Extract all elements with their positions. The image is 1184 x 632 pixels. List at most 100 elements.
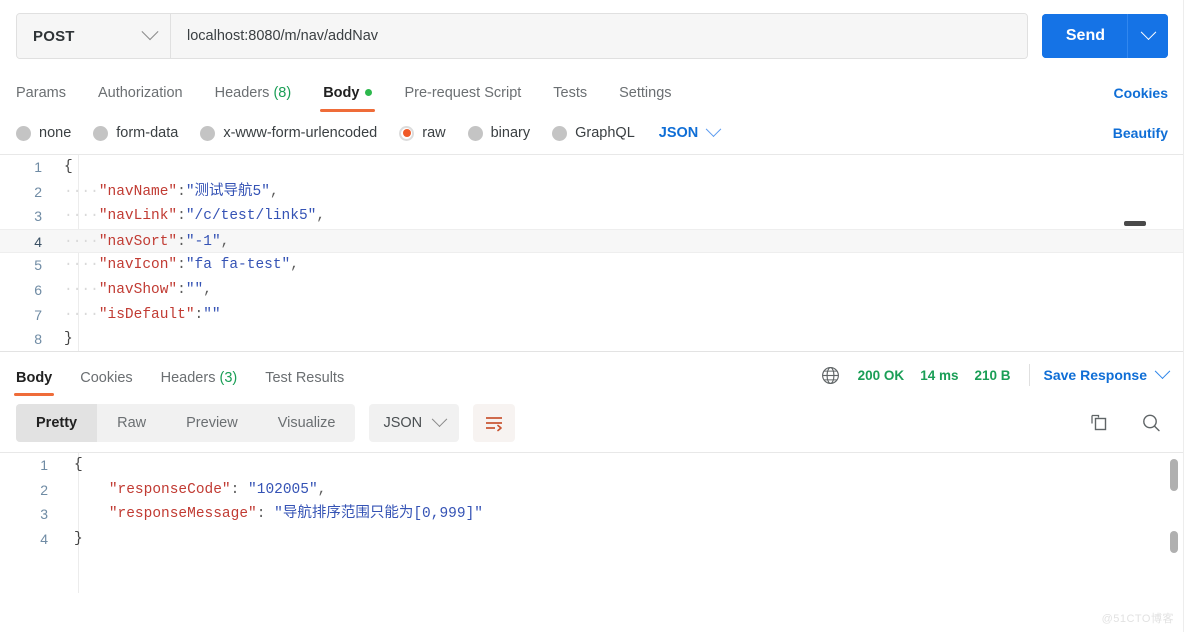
- tab-tests[interactable]: Tests: [553, 85, 587, 112]
- response-format-label: JSON: [383, 415, 423, 431]
- line-number: 7: [34, 306, 42, 323]
- response-time: 14 ms: [920, 367, 959, 383]
- response-tab-test-results[interactable]: Test Results: [265, 370, 344, 396]
- search-button[interactable]: [1134, 406, 1168, 440]
- response-tab-body[interactable]: Body: [13, 370, 55, 396]
- send-button[interactable]: Send: [1041, 14, 1127, 58]
- body-type-label: binary: [490, 125, 531, 141]
- json-comma: ,: [316, 208, 326, 225]
- json-value: "fa fa-test": [185, 257, 291, 274]
- view-mode-raw[interactable]: Raw: [97, 404, 166, 442]
- radio-selected-icon: [399, 125, 415, 141]
- response-horizontal-scrollbar[interactable]: [1170, 531, 1178, 553]
- code-line: 2 ····"navName":"测试导航5",: [0, 180, 1184, 205]
- url-input[interactable]: localhost:8080/m/nav/addNav: [171, 14, 1027, 58]
- word-wrap-button[interactable]: [473, 404, 516, 442]
- response-vertical-scrollbar[interactable]: [1170, 459, 1178, 491]
- json-key: "navSort": [98, 233, 178, 250]
- json-colon: :: [177, 183, 186, 200]
- code-line: 1{: [0, 155, 1184, 180]
- response-tab-cookies[interactable]: Cookies: [80, 370, 132, 396]
- chevron-down-icon: [1140, 23, 1156, 40]
- view-mode-preview[interactable]: Preview: [166, 404, 258, 442]
- send-options-button[interactable]: [1127, 14, 1168, 58]
- cookies-link[interactable]: Cookies: [1114, 85, 1168, 112]
- line-number: 4: [34, 233, 42, 250]
- json-brace: {: [74, 457, 83, 473]
- request-editor-horizontal-scrollbar[interactable]: [1124, 221, 1146, 226]
- json-key: "responseCode": [108, 481, 231, 498]
- body-type-graphql[interactable]: GraphQL: [552, 125, 635, 141]
- json-comma: ,: [203, 281, 212, 298]
- json-colon: :: [177, 208, 186, 225]
- word-wrap-icon: [486, 417, 503, 432]
- tab-label: Settings: [619, 85, 672, 101]
- tab-label: Authorization: [97, 85, 183, 101]
- response-format-select[interactable]: JSON: [369, 404, 460, 442]
- code-content: ····"navShow":"",: [58, 278, 212, 303]
- chevron-down-icon: [431, 410, 448, 427]
- response-status-code: 200 OK: [857, 367, 905, 383]
- body-type-label: none: [39, 125, 72, 141]
- json-colon: :: [177, 233, 186, 250]
- globe-icon: [821, 366, 839, 384]
- request-body-editor[interactable]: 1{2 ····"navName":"测试导航5", 3 ···· "navLink":…: [0, 154, 1184, 351]
- chevron-down-icon: [705, 120, 722, 137]
- indent-whitespace: ····: [64, 306, 99, 323]
- chevron-down-icon[interactable]: [1154, 362, 1171, 379]
- response-size: 210 B: [974, 367, 1011, 383]
- tab-authorization[interactable]: Authorization: [98, 85, 183, 112]
- copy-icon: [1091, 414, 1107, 431]
- view-mode-visualize[interactable]: Visualize: [258, 404, 356, 442]
- code-line: 4}: [0, 527, 1184, 552]
- tab-params[interactable]: Params: [16, 85, 66, 112]
- response-body-editor[interactable]: 1{2 "responseCode": "102005", 3 "response…: [0, 452, 1184, 593]
- tab-headers[interactable]: Headers (8): [215, 85, 292, 112]
- json-comma: ,: [290, 257, 299, 274]
- radio-icon: [552, 125, 568, 141]
- indent-whitespace: ····: [64, 233, 99, 250]
- body-type-label: raw: [422, 125, 446, 141]
- body-type-form-data[interactable]: form-data: [93, 125, 178, 141]
- tab-settings[interactable]: Settings: [619, 85, 671, 112]
- json-key: "navIcon": [98, 257, 178, 274]
- url-text: localhost:8080/m/nav/addNav: [187, 28, 379, 44]
- json-key: "navShow": [98, 281, 178, 298]
- line-number: 3: [34, 208, 42, 225]
- save-response-button[interactable]: Save Response: [1044, 367, 1148, 383]
- indent-whitespace: ····: [64, 281, 99, 298]
- beautify-button[interactable]: Beautify: [1113, 125, 1168, 141]
- tab-label: Tests: [553, 85, 588, 101]
- request-code-lines: 1{2 ····"navName":"测试导航5", 3 ···· "navLink":…: [0, 155, 1184, 351]
- body-type-raw[interactable]: raw: [399, 125, 446, 141]
- tab-body[interactable]: Body: [320, 85, 376, 112]
- json-comma: ,: [269, 183, 279, 200]
- code-content: ····"navSort":"-1",: [58, 230, 229, 255]
- line-number: 2: [40, 481, 48, 498]
- divider: [1028, 364, 1030, 386]
- tab-label: Cookies: [80, 370, 133, 386]
- copy-button[interactable]: [1082, 406, 1116, 440]
- body-type-urlencoded[interactable]: x-www-form-urlencoded: [200, 125, 377, 141]
- body-type-label: form-data: [116, 125, 179, 141]
- json-value: "导航排序范围只能为[0,999]": [274, 506, 483, 523]
- line-number: 2: [34, 183, 42, 200]
- tab-pre-request-script[interactable]: Pre-request Script: [404, 85, 521, 112]
- json-colon: :: [177, 257, 186, 274]
- json-key: "navLink": [98, 208, 178, 225]
- json-value: "-1": [185, 233, 221, 250]
- search-icon: [1143, 414, 1160, 432]
- http-method-select[interactable]: POST: [17, 14, 171, 58]
- body-type-binary[interactable]: binary: [467, 125, 531, 141]
- response-tab-headers[interactable]: Headers (3): [161, 370, 238, 396]
- response-actions: [1064, 406, 1168, 440]
- body-type-none[interactable]: none: [16, 125, 71, 141]
- json-value: "102005": [248, 481, 318, 498]
- view-mode-pretty[interactable]: Pretty: [16, 404, 98, 442]
- request-bar: POST localhost:8080/m/nav/addNav Send: [0, 0, 1184, 62]
- radio-icon: [467, 125, 483, 141]
- json-value: "": [185, 281, 204, 298]
- body-format-select[interactable]: JSON: [659, 120, 722, 141]
- body-type-label: x-www-form-urlencoded: [223, 125, 378, 141]
